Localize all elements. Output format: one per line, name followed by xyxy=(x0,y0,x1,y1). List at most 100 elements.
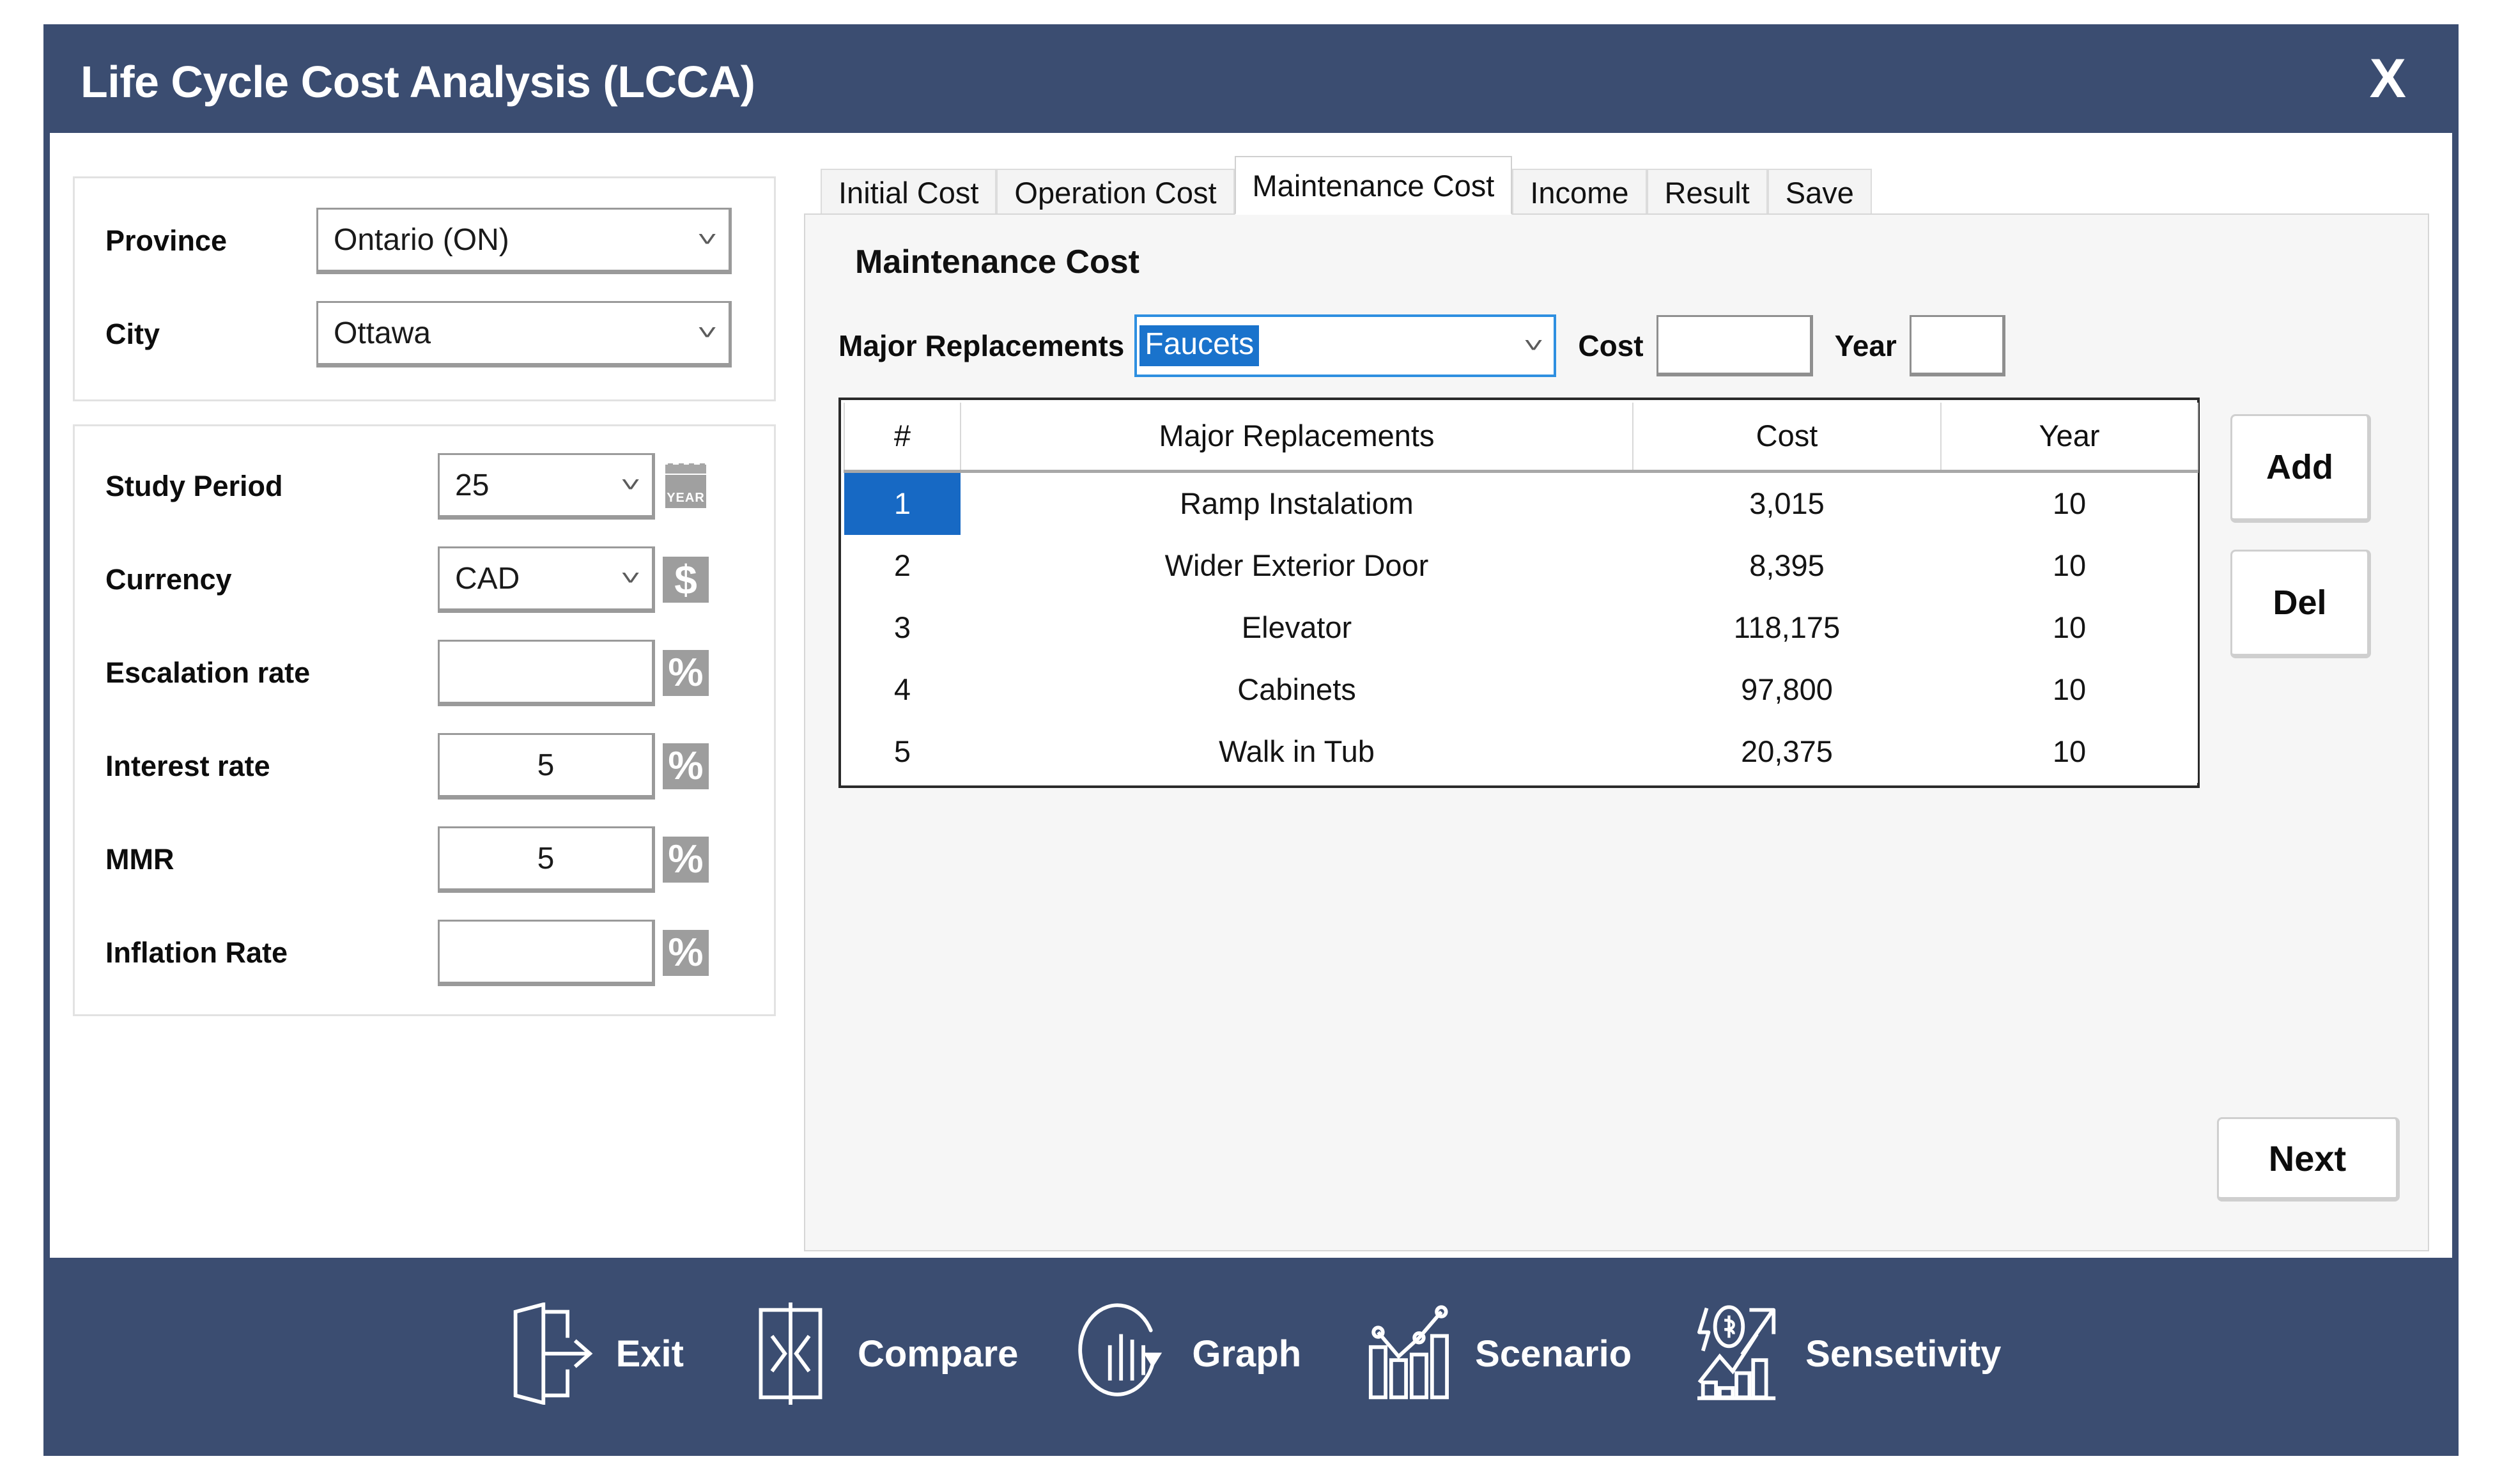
cell-cost: 20,375 xyxy=(1633,721,1941,783)
tab-operation-cost[interactable]: Operation Cost xyxy=(996,169,1235,215)
column-header-year: Year xyxy=(1940,403,2198,472)
parameters-panel: Study Period 25 ˅ YEAR Currency CAD ˅ $ … xyxy=(73,424,776,1016)
percent-icon: % xyxy=(663,930,709,976)
chevron-down-icon: ˅ xyxy=(620,473,641,497)
exit-label: Exit xyxy=(615,1333,684,1375)
interest-rate-input[interactable]: 5 xyxy=(438,733,655,800)
window-title: Life Cycle Cost Analysis (LCCA) xyxy=(81,57,755,107)
calendar-year-icon: YEAR xyxy=(663,463,709,509)
cell-number[interactable]: 1 xyxy=(844,471,961,535)
compare-label: Compare xyxy=(857,1333,1019,1375)
escalation-rate-input[interactable] xyxy=(438,640,655,706)
tab-maintenance-cost[interactable]: Maintenance Cost xyxy=(1234,156,1513,215)
graph-button[interactable]: Graph xyxy=(1047,1302,1331,1405)
table-body: 1 Ramp Instalatiom 3,015 10 2 Wider Exte… xyxy=(844,471,2198,783)
tab-initial-cost[interactable]: Initial Cost xyxy=(821,169,997,215)
percent-icon: % xyxy=(663,837,709,883)
sensetivity-label: Sensetivity xyxy=(1805,1333,2002,1375)
calendar-body: YEAR xyxy=(665,475,706,508)
province-row: Province Ontario (ON) ˅ xyxy=(105,208,736,274)
cell-name: Walk in Tub xyxy=(961,721,1633,783)
study-period-select[interactable]: 25 ˅ xyxy=(438,453,655,520)
add-button[interactable]: Add xyxy=(2230,414,2371,523)
cell-cost: 3,015 xyxy=(1633,471,1941,535)
column-header-number: # xyxy=(844,403,961,472)
city-label: City xyxy=(105,318,160,350)
mmr-input[interactable]: 5 xyxy=(438,826,655,893)
percent-icon: % xyxy=(663,743,709,789)
city-select[interactable]: Ottawa ˅ xyxy=(316,301,732,367)
escalation-rate-row: Escalation rate % xyxy=(105,640,736,706)
inflation-rate-row: Inflation Rate % xyxy=(105,920,736,986)
window-body: Province Ontario (ON) ˅ City Ottawa ˅ St… xyxy=(50,133,2452,1258)
calendar-top xyxy=(665,465,706,474)
panel-title: Maintenance Cost xyxy=(855,243,1139,281)
year-input[interactable] xyxy=(1909,315,2005,376)
cell-name: Elevator xyxy=(961,597,1633,659)
study-period-label: Study Period xyxy=(105,470,283,502)
cell-name: Cabinets xyxy=(961,659,1633,721)
cell-number[interactable]: 2 xyxy=(844,535,961,597)
major-replacements-label: Major Replacements xyxy=(838,329,1125,362)
column-header-major-replacements: Major Replacements xyxy=(960,403,1633,472)
title-bar: Life Cycle Cost Analysis (LCCA) X xyxy=(50,31,2452,133)
scenario-label: Scenario xyxy=(1475,1333,1632,1375)
cell-number[interactable]: 5 xyxy=(844,721,961,783)
close-icon[interactable]: X xyxy=(2353,49,2423,115)
table-header: # Major Replacements Cost Year xyxy=(844,403,2198,472)
graph-label: Graph xyxy=(1192,1333,1302,1375)
table-row[interactable]: 4 Cabinets 97,800 10 xyxy=(844,659,2198,721)
scenario-chart-icon xyxy=(1360,1302,1456,1405)
del-button[interactable]: Del xyxy=(2230,550,2371,658)
dollar-icon: $ xyxy=(663,557,709,603)
table-row[interactable]: 2 Wider Exterior Door 8,395 10 xyxy=(844,535,2198,597)
currency-value: CAD xyxy=(455,561,520,596)
next-button-wrap: Next xyxy=(2217,1117,2400,1202)
province-label: Province xyxy=(105,224,228,257)
cell-name: Ramp Instalatiom xyxy=(961,471,1633,535)
tab-result[interactable]: Result xyxy=(1646,169,1768,215)
city-value: Ottawa xyxy=(334,316,431,350)
study-period-row: Study Period 25 ˅ YEAR xyxy=(105,453,736,520)
replacements-table-container: # Major Replacements Cost Year 1 Ramp In… xyxy=(838,398,2200,788)
table-row[interactable]: 5 Walk in Tub 20,375 10 xyxy=(844,721,2198,783)
table-row[interactable]: 3 Elevator 118,175 10 xyxy=(844,597,2198,659)
cost-label: Cost xyxy=(1578,329,1644,362)
cell-number[interactable]: 4 xyxy=(844,659,961,721)
chevron-down-icon: ˅ xyxy=(697,228,718,252)
cell-number[interactable]: 3 xyxy=(844,597,961,659)
major-replacements-select[interactable]: Faucets ˅ xyxy=(1134,314,1557,377)
table-header-row: # Major Replacements Cost Year xyxy=(844,403,2198,472)
right-column: Initial Cost Operation Cost Maintenance … xyxy=(804,156,2429,1251)
exit-button[interactable]: Exit xyxy=(472,1302,713,1405)
sensetivity-button[interactable]: Sensetivity xyxy=(1661,1302,2030,1405)
mmr-label: MMR xyxy=(105,843,174,876)
chevron-down-icon: ˅ xyxy=(697,321,718,345)
column-header-cost: Cost xyxy=(1632,403,1942,472)
lcca-window: Life Cycle Cost Analysis (LCCA) X Provin… xyxy=(43,24,2459,1456)
exit-door-icon xyxy=(501,1302,597,1405)
cell-year: 10 xyxy=(1941,535,2198,597)
cell-cost: 97,800 xyxy=(1633,659,1941,721)
chevron-down-icon: ˅ xyxy=(1523,334,1544,358)
cost-input[interactable] xyxy=(1656,315,1813,376)
compare-icon xyxy=(743,1302,838,1405)
interest-rate-label: Interest rate xyxy=(105,750,270,782)
year-label: Year xyxy=(1834,329,1897,362)
province-select[interactable]: Ontario (ON) ˅ xyxy=(316,208,732,274)
row-action-buttons: Add Del xyxy=(2230,398,2371,658)
location-panel: Province Ontario (ON) ˅ City Ottawa ˅ xyxy=(73,176,776,401)
tab-save[interactable]: Save xyxy=(1767,169,1872,215)
study-period-value: 25 xyxy=(455,468,490,502)
scenario-button[interactable]: Scenario xyxy=(1331,1302,1661,1405)
compare-button[interactable]: Compare xyxy=(713,1302,1047,1405)
inflation-rate-input[interactable] xyxy=(438,920,655,986)
cell-cost: 118,175 xyxy=(1633,597,1941,659)
table-row[interactable]: 1 Ramp Instalatiom 3,015 10 xyxy=(844,471,2198,535)
tab-income[interactable]: Income xyxy=(1512,169,1647,215)
next-button[interactable]: Next xyxy=(2217,1117,2400,1202)
percent-icon: % xyxy=(663,650,709,696)
currency-select[interactable]: CAD ˅ xyxy=(438,546,655,613)
table-area: # Major Replacements Cost Year 1 Ramp In… xyxy=(838,398,2402,788)
major-replacement-entry-row: Major Replacements Faucets ˅ Cost Year xyxy=(838,314,2402,377)
